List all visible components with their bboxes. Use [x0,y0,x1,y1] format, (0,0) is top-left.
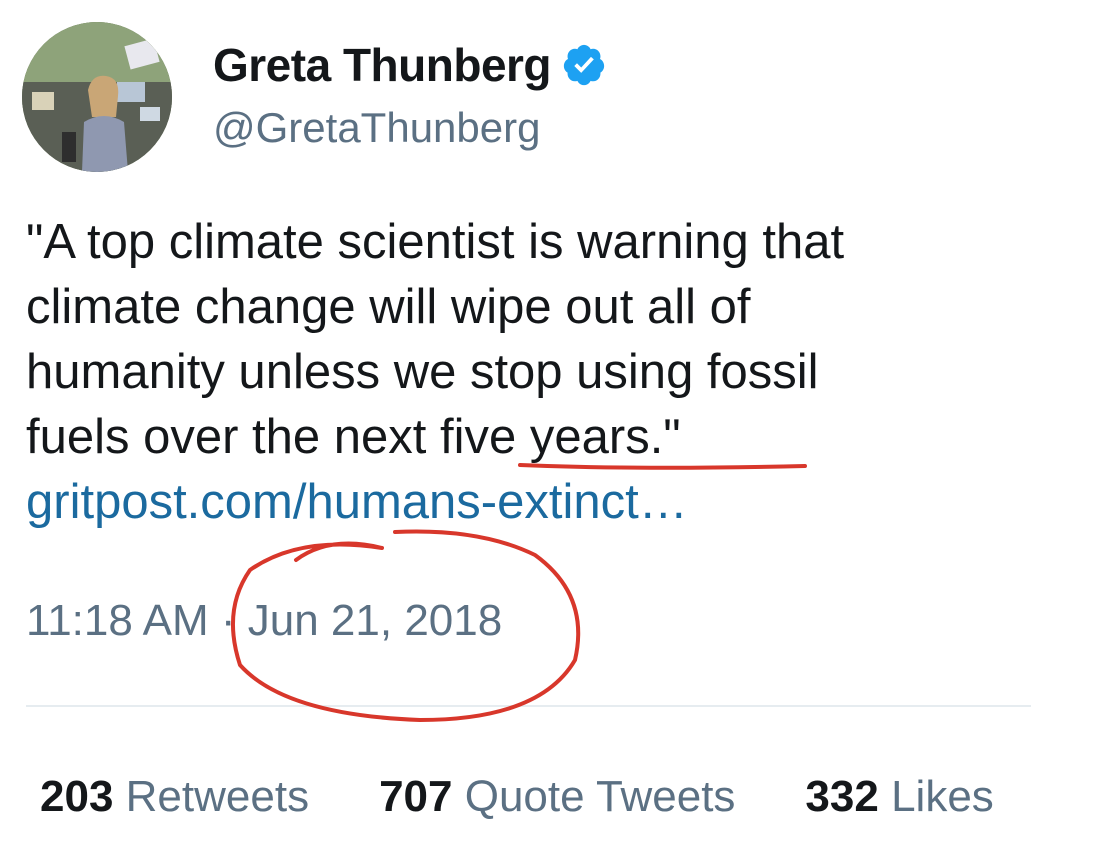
likes-count: 332 [805,772,879,821]
divider [26,705,1031,707]
tweet-text: "A top climate scientist is warning that… [26,210,1086,470]
user-handle[interactable]: @GretaThunberg [213,104,540,152]
timestamp-separator: · [220,596,236,645]
quote-tweets-stat[interactable]: 707 Quote Tweets [379,772,735,822]
tweet-timestamp[interactable]: 11:18 AM · Jun 21, 2018 [26,596,502,646]
verified-badge-icon [561,42,607,88]
display-name[interactable]: Greta Thunberg [213,38,607,92]
likes-stat[interactable]: 332 Likes [805,772,993,822]
tweet-date: Jun 21, 2018 [247,596,503,645]
tweet-text-line: "A top climate scientist is warning that [26,215,845,269]
tweet-text-line: humanity unless we stop using fossil [26,345,819,399]
tweet-text-line: fuels over the next five years." [26,410,681,464]
retweets-stat[interactable]: 203 Retweets [40,772,309,822]
tweet-card: Greta Thunberg @GretaThunberg "A top cli… [0,0,1103,850]
tweet-text-line: climate change will wipe out all of [26,280,751,334]
display-name-text: Greta Thunberg [213,39,552,91]
quote-tweets-label: Quote Tweets [464,772,736,821]
tweet-link[interactable]: gritpost.com/humans-extinct… [26,470,688,535]
quote-tweets-count: 707 [379,772,453,821]
retweets-count: 203 [40,772,114,821]
tweet-stats: 203 Retweets 707 Quote Tweets 332 Likes [40,772,994,822]
likes-label: Likes [891,772,994,821]
retweets-label: Retweets [125,772,310,821]
tweet-time: 11:18 AM [26,596,209,645]
avatar-photo [22,22,172,172]
avatar[interactable] [22,22,172,172]
